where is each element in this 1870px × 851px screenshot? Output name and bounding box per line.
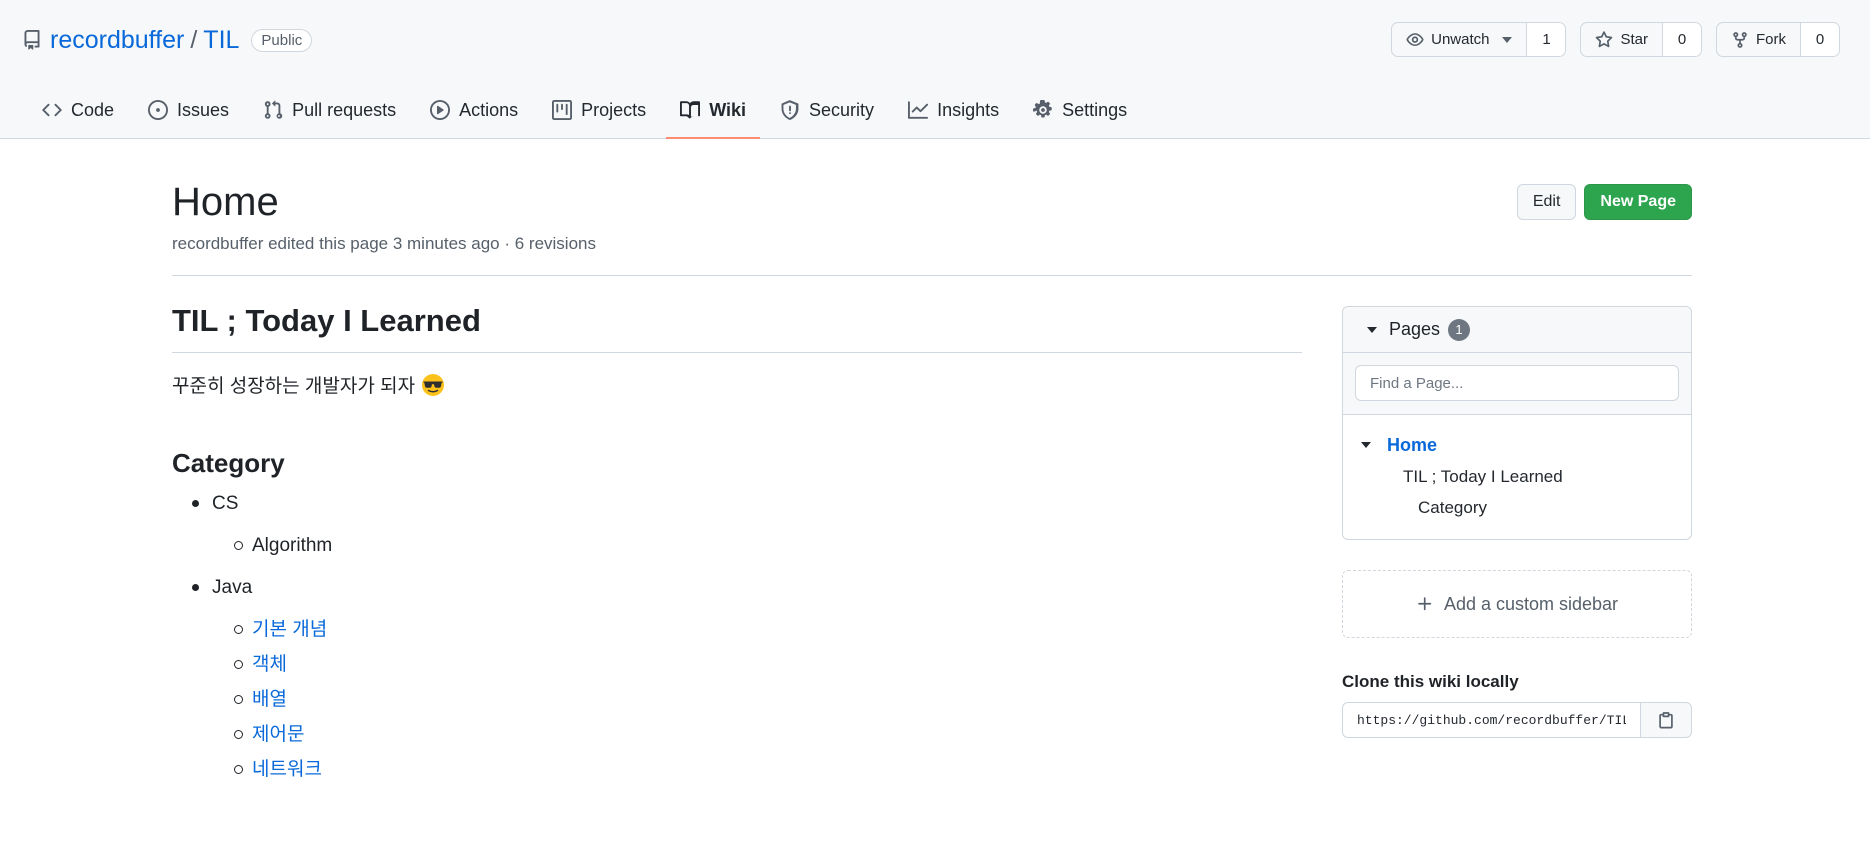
tab-projects[interactable]: Projects [538,90,660,130]
sunglasses-emoji-icon [421,373,445,397]
pages-search [1343,353,1691,415]
category-list: CS Algorithm Java 기본 개념 객체 배열 제어문 네트워크 [172,491,1302,783]
clipboard-icon [1657,711,1675,729]
issue-icon [148,100,169,120]
tab-actions[interactable]: Actions [416,90,532,130]
star-count[interactable]: 0 [1663,23,1701,56]
graph-icon [908,100,929,120]
wiki-header: Home recordbuffer edited this page 3 min… [172,178,1692,276]
triangle-down-icon[interactable] [1361,442,1371,448]
watch-count[interactable]: 1 [1527,23,1566,56]
table-icon [552,100,573,120]
subcategory-link[interactable]: 네트워크 [212,757,1302,783]
page-row-home: Home [1361,429,1673,461]
repo-actions: Unwatch 1 Star 0 Fork 0 [1391,22,1840,57]
fork-label: Fork [1756,31,1786,48]
wiki-actions: Edit New Page [1516,184,1692,220]
wiki-content: TIL ; Today I Learned 꾸준히 성장하는 개발자가 되자 C… [172,298,1302,799]
tab-security-label: Security [809,99,875,120]
chevron-down-icon [1502,36,1513,43]
category-item: CS Algorithm [172,491,1302,559]
triangle-down-icon [1367,326,1377,333]
repo-name-link[interactable]: TIL [203,26,239,55]
subcategory-list: 기본 개념 객체 배열 제어문 네트워크 [212,617,1302,783]
tab-projects-label: Projects [581,99,647,120]
tab-wiki[interactable]: Wiki [666,90,760,139]
add-custom-sidebar-button[interactable]: Add a custom sidebar [1342,570,1692,638]
star-button-group: Star 0 [1580,22,1702,57]
category-name: Java [212,577,253,598]
pages-panel: Pages 1 Home TIL ; Today I Learned Categ… [1342,306,1692,540]
visibility-badge: Public [251,28,313,52]
tab-code-label: Code [71,99,115,120]
tab-issues-label: Issues [177,99,230,120]
tab-insights-label: Insights [937,99,1000,120]
tagline-text: 꾸준히 성장하는 개발자가 되자 [172,376,416,397]
new-page-button[interactable]: New Page [1584,184,1692,220]
gear-icon [1033,100,1053,120]
watch-button-group: Unwatch 1 [1391,22,1567,57]
tab-security[interactable]: Security [766,90,888,130]
pull-request-icon [263,100,283,120]
content-heading: TIL ; Today I Learned [172,298,1302,353]
clone-label: Clone this wiki locally [1342,672,1519,691]
tab-settings-label: Settings [1062,99,1128,120]
subcategory-list: Algorithm [212,533,1302,559]
tab-issues[interactable]: Issues [134,90,243,130]
plus-icon [1416,595,1434,613]
add-custom-sidebar-label: Add a custom sidebar [1443,593,1619,614]
subcategory-link[interactable]: 배열 [212,687,1302,713]
category-item: Java 기본 개념 객체 배열 제어문 네트워크 [172,575,1302,783]
fork-count[interactable]: 0 [1801,23,1839,56]
pages-label: Pages [1389,319,1441,339]
repo-header: recordbuffer / TIL Public Unwatch 1 Star… [0,0,1870,139]
tagline: 꾸준히 성장하는 개발자가 되자 [172,371,1302,398]
tab-pull-requests[interactable]: Pull requests [249,90,410,130]
code-icon [42,100,62,120]
star-button[interactable]: Star [1581,23,1663,56]
repo-icon [22,30,42,50]
play-icon [430,100,451,120]
shield-icon [780,100,800,120]
clone-url-input[interactable] [1342,702,1640,738]
repo-title: recordbuffer / TIL Public [22,22,313,58]
repo-separator: / [190,25,198,54]
subcategory-item: Algorithm [212,533,1302,559]
unwatch-label: Unwatch [1431,31,1490,48]
tab-wiki-label: Wiki [709,99,747,120]
edit-button[interactable]: Edit [1516,184,1577,220]
subcategory-link[interactable]: 제어문 [212,722,1302,748]
toc-link[interactable]: Category [1361,492,1673,523]
fork-button-group: Fork 0 [1716,22,1840,57]
tab-pull-requests-label: Pull requests [292,99,397,120]
tab-insights[interactable]: Insights [894,90,1013,130]
toc-link[interactable]: TIL ; Today I Learned [1361,461,1673,492]
page-meta: recordbuffer edited this page 3 minutes … [172,234,596,253]
tab-code[interactable]: Code [28,90,128,130]
pages-toggle[interactable]: Pages 1 [1343,307,1691,353]
clone-row [1342,702,1692,738]
unwatch-button[interactable]: Unwatch [1392,23,1528,56]
star-icon [1595,30,1613,49]
eye-icon [1406,31,1424,49]
subcategory-link[interactable]: 기본 개념 [212,617,1302,643]
book-icon [680,100,701,120]
find-page-input[interactable] [1355,365,1679,401]
copy-button[interactable] [1640,702,1692,738]
subcategory-link[interactable]: 객체 [212,652,1302,678]
repo-owner-link[interactable]: recordbuffer [50,26,184,55]
tab-settings[interactable]: Settings [1019,90,1141,130]
category-heading: Category [172,448,285,478]
repo-nav: Code Issues Pull requests Actions Projec… [28,90,1147,139]
fork-icon [1731,31,1749,49]
page-title: Home [172,180,279,224]
fork-button[interactable]: Fork [1717,23,1801,56]
category-name: CS [212,493,239,514]
wiki-sidebar: Pages 1 Home TIL ; Today I Learned Categ… [1342,306,1692,738]
star-label: Star [1620,31,1648,48]
tab-actions-label: Actions [459,99,519,120]
pages-list: Home TIL ; Today I Learned Category [1343,415,1691,539]
pages-count-badge: 1 [1448,318,1471,341]
page-link-home[interactable]: Home [1387,435,1437,456]
